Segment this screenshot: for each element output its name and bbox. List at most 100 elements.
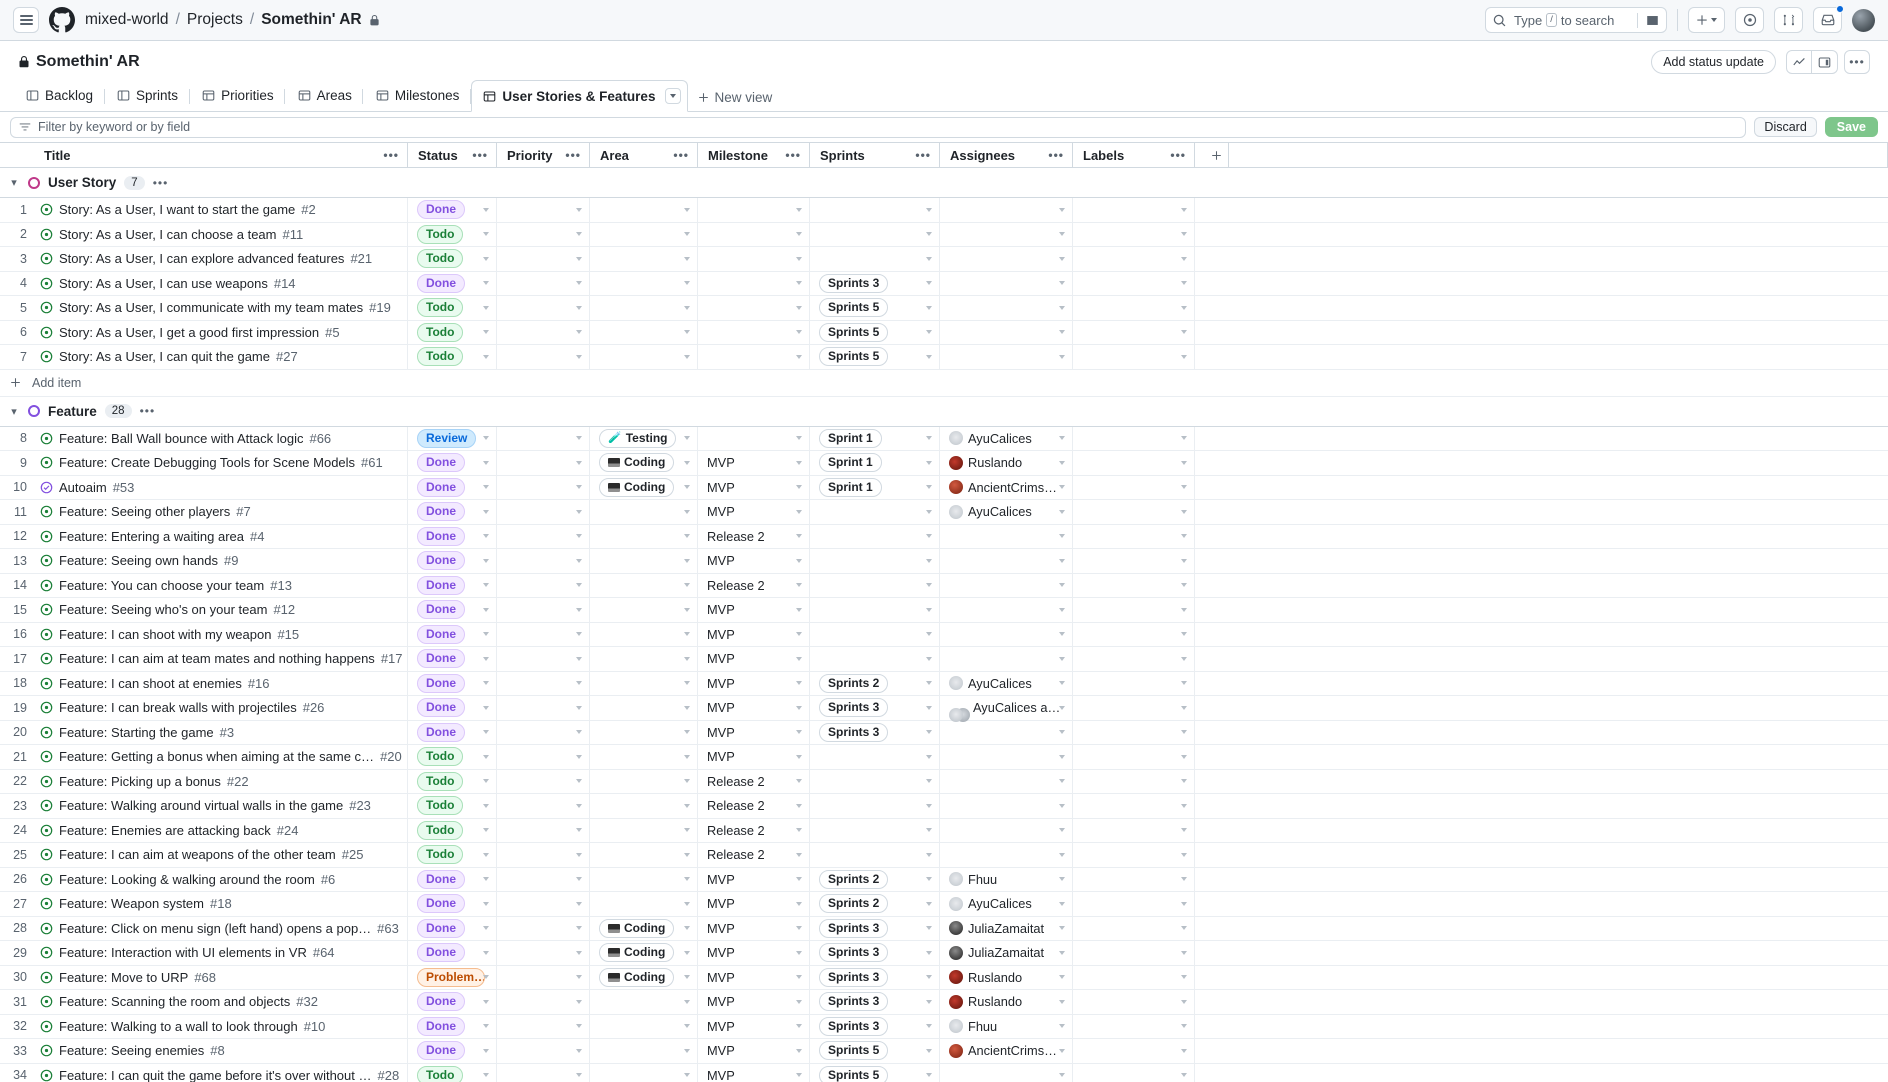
cell-milestone[interactable]: Release 2 <box>698 524 810 548</box>
cell-dropdown-caret[interactable] <box>796 1048 802 1053</box>
table-row[interactable]: 30 Feature: Move to URP #68 Problem… Coding M… <box>0 965 1888 990</box>
status-badge[interactable]: Done <box>417 673 465 693</box>
table-row[interactable]: 2 Story: As a User, I can choose a team #1… <box>0 222 1888 247</box>
cell-title[interactable]: Feature: Walking around virtual walls in… <box>34 794 408 818</box>
cell-assignees[interactable] <box>940 1063 1073 1082</box>
cell-dropdown-caret[interactable] <box>1181 583 1187 588</box>
cell-dropdown-caret[interactable] <box>684 607 690 612</box>
cell-priority[interactable] <box>497 1014 590 1038</box>
cell-labels[interactable] <box>1073 843 1195 867</box>
cell-labels[interactable] <box>1073 892 1195 916</box>
cell-dropdown-caret[interactable] <box>1059 1073 1065 1078</box>
issues-button[interactable] <box>1735 7 1764 33</box>
cell-milestone[interactable]: MVP <box>698 622 810 646</box>
cell-dropdown-caret[interactable] <box>684 534 690 539</box>
cell-dropdown-caret[interactable] <box>1059 305 1065 310</box>
cell-dropdown-caret[interactable] <box>1181 256 1187 261</box>
cell-labels[interactable] <box>1073 524 1195 548</box>
table-row[interactable]: 33 Feature: Seeing enemies #8 Done MVP Sprint… <box>0 1039 1888 1064</box>
cell-area[interactable] <box>590 769 698 793</box>
cell-assignees[interactable]: AyuCalices <box>940 671 1073 695</box>
cell-dropdown-caret[interactable] <box>1181 436 1187 441</box>
cell-dropdown-caret[interactable] <box>684 705 690 710</box>
cell-dropdown-caret[interactable] <box>684 1048 690 1053</box>
sprint-badge[interactable]: Sprints 3 <box>819 967 889 987</box>
cell-dropdown-caret[interactable] <box>796 460 802 465</box>
cell-sprints[interactable]: Sprint 1 <box>810 451 940 475</box>
cell-dropdown-caret[interactable] <box>796 583 802 588</box>
cell-dropdown-caret[interactable] <box>1059 1048 1065 1053</box>
cell-labels[interactable] <box>1073 622 1195 646</box>
cell-title[interactable]: Feature: Move to URP #68 <box>34 965 408 989</box>
cell-milestone[interactable]: MVP <box>698 598 810 622</box>
table-row[interactable]: 4 Story: As a User, I can use weapons #14 D… <box>0 271 1888 296</box>
cell-labels[interactable] <box>1073 451 1195 475</box>
cell-dropdown-caret[interactable] <box>1181 950 1187 955</box>
cell-dropdown-caret[interactable] <box>1059 681 1065 686</box>
cell-dropdown-caret[interactable] <box>483 950 489 955</box>
cell-dropdown-caret[interactable] <box>1181 779 1187 784</box>
cell-title[interactable]: Feature: Enemies are attacking back #24 <box>34 818 408 842</box>
cell-dropdown-caret[interactable] <box>926 354 932 359</box>
cell-dropdown-caret[interactable] <box>684 583 690 588</box>
cell-status[interactable]: Done <box>408 475 497 499</box>
cell-dropdown-caret[interactable] <box>926 754 932 759</box>
table-row[interactable]: 15 Feature: Seeing who's on your team #12 D… <box>0 598 1888 623</box>
cell-status[interactable]: Done <box>408 941 497 965</box>
cell-dropdown-caret[interactable] <box>483 681 489 686</box>
add-column-button[interactable] <box>1195 143 1229 167</box>
cell-area[interactable] <box>590 345 698 369</box>
cell-labels[interactable] <box>1073 647 1195 671</box>
cell-dropdown-caret[interactable] <box>796 281 802 286</box>
cell-dropdown-caret[interactable] <box>926 509 932 514</box>
cell-labels[interactable] <box>1073 794 1195 818</box>
cell-dropdown-caret[interactable] <box>796 828 802 833</box>
cell-dropdown-caret[interactable] <box>483 583 489 588</box>
cell-assignees[interactable] <box>940 296 1073 320</box>
cell-title[interactable]: Feature: Weapon system #18 <box>34 892 408 916</box>
status-badge[interactable]: Done <box>417 575 465 595</box>
cell-title[interactable]: Story: As a User, I get a good first imp… <box>34 320 408 344</box>
cell-labels[interactable] <box>1073 671 1195 695</box>
cell-dropdown-caret[interactable] <box>1181 305 1187 310</box>
sprint-badge[interactable]: Sprints 3 <box>819 943 889 963</box>
cell-title[interactable]: Feature: Seeing other players #7 <box>34 500 408 524</box>
status-badge[interactable]: Done <box>417 502 465 522</box>
status-badge[interactable]: Todo <box>417 249 464 269</box>
cell-milestone[interactable]: Release 2 <box>698 794 810 818</box>
cell-sprints[interactable]: Sprints 3 <box>810 965 940 989</box>
cell-title[interactable]: Feature: Click on menu sign (left hand) … <box>34 916 408 940</box>
cell-dropdown-caret[interactable] <box>483 803 489 808</box>
cell-area[interactable] <box>590 647 698 671</box>
cell-sprints[interactable] <box>810 549 940 573</box>
cell-dropdown-caret[interactable] <box>1181 999 1187 1004</box>
status-badge[interactable]: Done <box>417 992 465 1012</box>
cell-sprints[interactable] <box>810 647 940 671</box>
cell-title[interactable]: Feature: Walking to a wall to look throu… <box>34 1014 408 1038</box>
cell-sprints[interactable]: Sprints 3 <box>810 271 940 295</box>
cell-status[interactable]: Done <box>408 573 497 597</box>
cell-labels[interactable] <box>1073 818 1195 842</box>
cell-labels[interactable] <box>1073 573 1195 597</box>
cell-dropdown-caret[interactable] <box>576 1024 582 1029</box>
status-badge[interactable]: Review <box>417 428 477 448</box>
cell-dropdown-caret[interactable] <box>684 681 690 686</box>
cell-status[interactable]: Todo <box>408 1063 497 1082</box>
cell-area[interactable] <box>590 1063 698 1082</box>
status-badge[interactable]: Done <box>417 918 465 938</box>
table-row[interactable]: 25 Feature: I can aim at weapons of the o… <box>0 843 1888 868</box>
cell-dropdown-caret[interactable] <box>796 803 802 808</box>
cell-dropdown-caret[interactable] <box>1181 803 1187 808</box>
cell-dropdown-caret[interactable] <box>483 754 489 759</box>
cell-milestone[interactable] <box>698 320 810 344</box>
cell-area[interactable] <box>590 320 698 344</box>
cell-milestone[interactable]: Release 2 <box>698 818 810 842</box>
cell-priority[interactable] <box>497 1039 590 1063</box>
cell-dropdown-caret[interactable] <box>1181 534 1187 539</box>
cell-dropdown-caret[interactable] <box>1059 877 1065 882</box>
table-row[interactable]: 23 Feature: Walking around virtual walls … <box>0 794 1888 819</box>
cell-area[interactable] <box>590 1039 698 1063</box>
cell-sprints[interactable]: Sprints 3 <box>810 990 940 1014</box>
cell-assignees[interactable] <box>940 843 1073 867</box>
cell-sprints[interactable]: Sprints 3 <box>810 696 940 720</box>
